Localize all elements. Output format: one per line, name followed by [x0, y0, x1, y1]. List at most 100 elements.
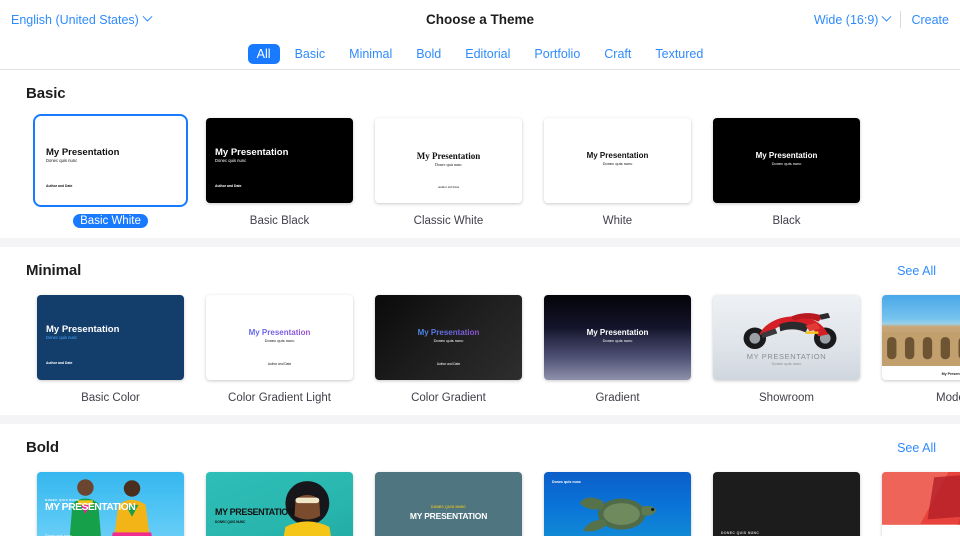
theme-thumbnail-frame: My Presentation Donec quis nunc Author a…: [202, 291, 357, 384]
slide-title: MY PRESENTATION: [215, 507, 295, 517]
slide-subtitle: Donec quis nunc: [46, 335, 78, 341]
theme-preview: DONEC QUIS NUNC MY PRESENTATION: [713, 472, 860, 536]
theme-card-bold-2[interactable]: MY PRESENTATION DONEC QUIS NUNC: [195, 468, 364, 536]
slide-content: My Presentation Donec quis nunc: [544, 328, 691, 343]
theme-thumbnail-frame: Donec quis nunc My Presentation: [540, 468, 695, 536]
tab-portfolio[interactable]: Portfolio: [525, 44, 589, 64]
slide-content: MY PRESENTATION DONEC QUIS NUNC: [215, 508, 294, 524]
slide-content: My Presentation Donec quis nunc Author a…: [375, 328, 522, 365]
slide-eyebrow: DONEC QUIS NUNC: [721, 531, 760, 536]
section-title: Bold: [26, 439, 59, 456]
theme-card-showroom[interactable]: MY PRESENTATION Donec quis nunc Showroom: [702, 291, 871, 405]
theme-card-bold-5[interactable]: DONEC QUIS NUNC MY PRESENTATION: [702, 468, 871, 536]
theme-name: Color Gradient: [411, 392, 486, 404]
section-title: Basic: [26, 85, 66, 102]
tab-all[interactable]: All: [247, 44, 280, 64]
slide-subtitle: Donec quis nunc: [435, 161, 462, 167]
slide-title: My Presentation: [416, 151, 481, 161]
theme-preview: DONEC QUIS NUNC MY PRESENTATION Donec qu…: [37, 472, 184, 536]
slide-subtitle: Donec quis nunc: [602, 160, 633, 166]
create-button[interactable]: Create: [911, 13, 949, 27]
theme-card-modern[interactable]: My Presentation Modern: [871, 291, 960, 405]
motorcycle-illustration: [743, 312, 837, 350]
slide-content: DONEC QUIS NUNC MY PRESENTATION: [45, 498, 176, 513]
titlebar-right-controls: Wide (16:9) Create: [814, 11, 949, 28]
theme-thumbnail-frame: My Presentation: [878, 291, 960, 384]
theme-preview: My Presentation Donec quis nunc Author a…: [206, 295, 353, 380]
arches-detail: [882, 332, 960, 367]
section-title: Minimal: [26, 262, 82, 279]
category-tabs: All Basic Minimal Bold Editorial Portfol…: [0, 39, 960, 70]
slide-footer: Author and Date: [215, 184, 242, 188]
theme-preview: My Presentation Donec quis nunc Author a…: [375, 295, 522, 380]
slide-content: DONEC QUIS NUNC MY PRESENTATION: [375, 505, 522, 521]
theme-preview: My Presentation Donec quis nunc Author a…: [206, 118, 353, 203]
theme-gallery-scroll-area[interactable]: Basic My Presentation Donec quis nunc Au…: [0, 70, 960, 536]
portrait-photo: [283, 481, 331, 536]
theme-card-bold-1[interactable]: DONEC QUIS NUNC MY PRESENTATION Donec qu…: [26, 468, 195, 536]
theme-name: Gradient: [595, 392, 640, 404]
theme-name: Showroom: [759, 392, 814, 404]
theme-card-white[interactable]: My Presentation Donec quis nunc White: [533, 114, 702, 228]
section-minimal: Minimal See All My Presentation Donec qu…: [0, 238, 960, 415]
theme-card-bold-4[interactable]: Donec quis nunc My Presentation: [533, 468, 702, 536]
theme-preview: My Presentation Donec quis nunc: [544, 118, 691, 203]
theme-card-black[interactable]: My Presentation Donec quis nunc Black: [702, 114, 871, 228]
theme-thumbnail-frame: My Presentation Donec quis nunc Author a…: [202, 114, 357, 207]
slide-subtitle: Donec quis nunc: [771, 160, 802, 166]
theme-name: Color Gradient Light: [228, 392, 331, 404]
section-header: Bold See All: [0, 424, 960, 456]
tab-editorial[interactable]: Editorial: [456, 44, 519, 64]
slide-footer: Author and Date: [46, 184, 73, 188]
theme-preview: DONEC QUIS NUNC MY PRESENTATION: [375, 472, 522, 536]
tab-bold[interactable]: Bold: [407, 44, 450, 64]
theme-card-classic-white[interactable]: My Presentation Donec quis nunc Author a…: [364, 114, 533, 228]
slide-content: MY PRESENTATION Donec quis nunc: [713, 353, 860, 367]
theme-thumbnail-frame: My Presentation Donec quis nunc: [709, 114, 864, 207]
slide-title: MY PRESENTATION: [45, 501, 136, 513]
see-all-bold[interactable]: See All: [897, 441, 936, 455]
theme-card-basic-black[interactable]: My Presentation Donec quis nunc Author a…: [195, 114, 364, 228]
tab-craft[interactable]: Craft: [595, 44, 640, 64]
theme-name: Classic White: [413, 215, 484, 227]
slide-title: My Presentation: [755, 151, 818, 160]
theme-thumbnail-frame: MY PRESENTATION Donec quis nunc: [709, 291, 864, 384]
theme-preview: MY PRESENTATION DONEC QUIS NUNC: [206, 472, 353, 536]
see-all-minimal[interactable]: See All: [897, 264, 936, 278]
slide-content: My Presentation Donec quis nunc Author a…: [206, 328, 353, 365]
theme-card-basic-color[interactable]: My Presentation Donec quis nunc Author a…: [26, 291, 195, 405]
language-selector[interactable]: English (United States): [11, 11, 153, 27]
theme-name: Basic Color: [81, 392, 140, 404]
section-basic: Basic My Presentation Donec quis nunc Au…: [0, 70, 960, 238]
theme-name: White: [602, 215, 633, 227]
theme-card-bold-6[interactable]: [871, 468, 960, 536]
theme-thumbnail-frame: My Presentation Donec quis nunc: [540, 291, 695, 384]
slide-subtitle: Donec quis nunc: [46, 158, 78, 164]
theme-card-color-gradient-light[interactable]: My Presentation Donec quis nunc Author a…: [195, 291, 364, 405]
tab-textured[interactable]: Textured: [646, 44, 712, 64]
theme-preview: My Presentation Donec quis nunc Author a…: [375, 118, 522, 203]
aspect-ratio-selector[interactable]: Wide (16:9): [814, 11, 892, 27]
theme-card-bold-3[interactable]: DONEC QUIS NUNC MY PRESENTATION: [364, 468, 533, 536]
tab-basic[interactable]: Basic: [286, 44, 335, 64]
chevron-down-icon: [882, 11, 892, 22]
slide-eyebrow: DONEC QUIS NUNC: [431, 505, 466, 509]
theme-card-gradient[interactable]: My Presentation Donec quis nunc Gradient: [533, 291, 702, 405]
theme-preview: My Presentation Donec quis nunc Author a…: [37, 118, 184, 203]
theme-preview: [882, 472, 960, 536]
chevron-down-icon: [142, 11, 153, 22]
slide-subtitle: Donec quis nunc: [264, 337, 295, 343]
section-bold: Bold See All DONEC QUIS NUNC MY PRESENTA…: [0, 415, 960, 536]
slide-content: My Presentation Donec quis nunc Author a…: [46, 148, 175, 188]
slide-subtitle: DONEC QUIS NUNC: [215, 519, 246, 524]
theme-card-basic-white[interactable]: My Presentation Donec quis nunc Author a…: [26, 114, 195, 228]
theme-card-color-gradient[interactable]: My Presentation Donec quis nunc Author a…: [364, 291, 533, 405]
theme-row-bold: DONEC QUIS NUNC MY PRESENTATION Donec qu…: [0, 456, 960, 536]
theme-thumbnail-frame: My Presentation Donec quis nunc Author a…: [33, 114, 188, 207]
slide-content: My Presentation Donec quis nunc Author a…: [375, 151, 522, 189]
slide-footer: Author and Date: [437, 185, 460, 189]
slide-title: My Presentation: [941, 372, 960, 376]
slide-content: DONEC QUIS NUNC MY PRESENTATION: [721, 531, 852, 536]
tab-minimal[interactable]: Minimal: [340, 44, 401, 64]
theme-thumbnail-frame: DONEC QUIS NUNC MY PRESENTATION: [709, 468, 864, 536]
